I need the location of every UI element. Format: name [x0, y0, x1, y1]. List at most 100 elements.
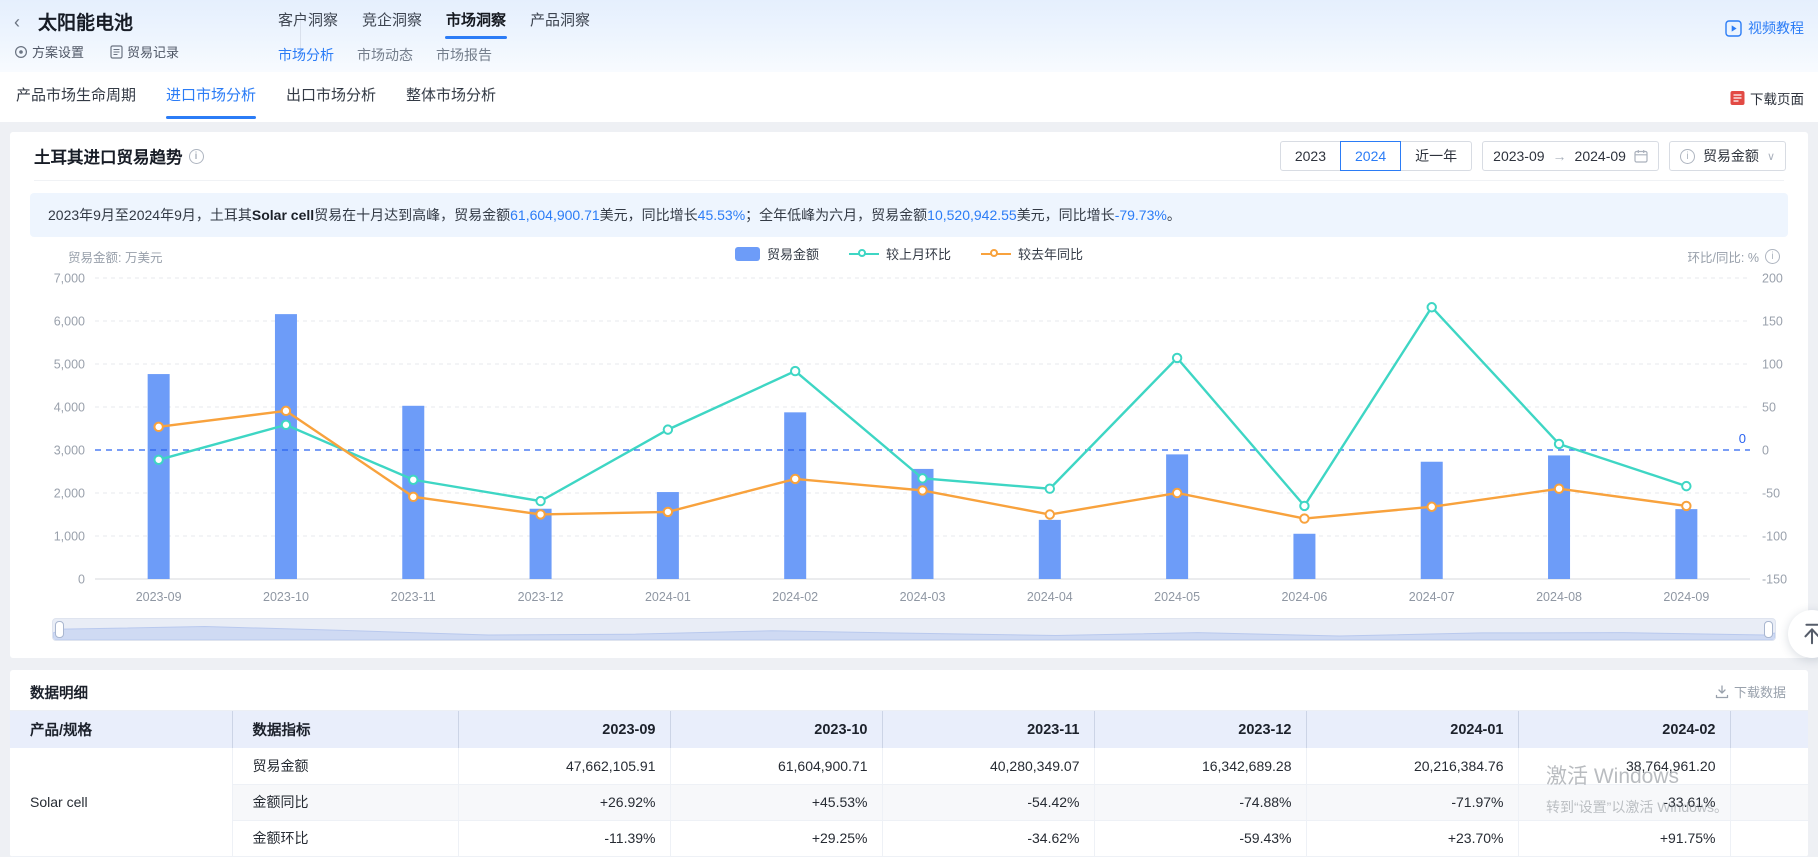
bar-2024-08[interactable] [1548, 455, 1570, 579]
trade-records-button[interactable]: 贸易记录 [110, 42, 179, 61]
legend-item-较上月环比[interactable]: 较上月环比 [849, 244, 951, 263]
trend-chart-card: 土耳其进口贸易趋势 i 20232024近一年 2023-09 → 2024-0… [10, 132, 1808, 658]
subtab-市场动态[interactable]: 市场动态 [357, 45, 413, 75]
info-icon[interactable]: i [1765, 249, 1780, 264]
date-arrow-icon: → [1553, 148, 1567, 164]
subtab-市场报告[interactable]: 市场报告 [436, 45, 492, 75]
bar-2024-02[interactable] [784, 412, 806, 579]
summary-highlight-value: -79.73% [1115, 207, 1167, 223]
tab-产品洞察[interactable]: 产品洞察 [530, 9, 590, 39]
point-较上月环比-2023-11[interactable] [409, 476, 417, 484]
legend-line-swatch [981, 247, 1011, 261]
point-较去年同比-2024-06[interactable] [1300, 514, 1308, 522]
info-icon[interactable]: i [189, 149, 204, 164]
bar-2024-05[interactable] [1166, 454, 1188, 579]
metric-select[interactable]: i 贸易金额 ∨ [1669, 141, 1786, 171]
point-较上月环比-2023-10[interactable] [282, 421, 290, 429]
point-较上月环比-2024-05[interactable] [1173, 354, 1181, 362]
point-较去年同比-2023-10[interactable] [282, 407, 290, 415]
point-较去年同比-2024-04[interactable] [1046, 510, 1054, 518]
datazoom-preview-wave [53, 619, 1775, 640]
col-header-product: 产品/规格 [10, 711, 232, 748]
point-较去年同比-2023-12[interactable] [536, 510, 544, 518]
table-row-金额环比: 金额环比-11.39%+29.25%-34.62%-59.43%+23.70%+… [10, 820, 1808, 856]
datazoom-wave-path [53, 627, 1775, 640]
year-button-2023[interactable]: 2023 [1280, 141, 1341, 171]
point-较去年同比-2024-03[interactable] [918, 486, 926, 494]
point-较上月环比-2024-01[interactable] [664, 425, 672, 433]
point-较去年同比-2024-02[interactable] [791, 475, 799, 483]
year-button-2024[interactable]: 2024 [1340, 141, 1401, 171]
bar-2024-09[interactable] [1675, 509, 1697, 579]
nav-进口市场分析[interactable]: 进口市场分析 [166, 72, 256, 122]
point-较去年同比-2024-05[interactable] [1173, 489, 1181, 497]
point-较上月环比-2024-03[interactable] [918, 474, 926, 482]
x-axis-label: 2023-09 [136, 590, 182, 604]
target-icon [14, 45, 28, 59]
point-较上月环比-2023-09[interactable] [154, 456, 162, 464]
bar-2024-07[interactable] [1421, 462, 1443, 579]
point-较上月环比-2023-12[interactable] [536, 497, 544, 505]
x-axis-label: 2023-11 [391, 590, 436, 604]
cell-金额同比-2023-11: -54.42% [882, 784, 1094, 820]
cell-金额同比-2024-02: -33.61% [1518, 784, 1730, 820]
scheme-settings-button[interactable]: 方案设置 [14, 42, 84, 61]
bar-2023-09[interactable] [148, 374, 170, 579]
left-axis-caption: 贸易金额: 万美元 [68, 247, 162, 266]
point-较上月环比-2024-04[interactable] [1046, 485, 1054, 493]
point-较去年同比-2024-09[interactable] [1682, 502, 1690, 510]
bar-2024-01[interactable] [657, 492, 679, 579]
subtab-市场分析[interactable]: 市场分析 [278, 45, 334, 75]
point-较上月环比-2024-07[interactable] [1428, 303, 1436, 311]
bar-2024-06[interactable] [1293, 534, 1315, 579]
tab-客户洞察[interactable]: 客户洞察 [278, 9, 338, 39]
trend-bar-line-chart[interactable]: 7,0002006,0001505,0001004,000503,00002,0… [10, 265, 1808, 610]
point-较去年同比-2024-01[interactable] [664, 508, 672, 516]
cell-金额环比-2024-02: +91.75% [1518, 820, 1730, 856]
chart-title: 土耳其进口贸易趋势 i [34, 144, 204, 168]
point-较上月环比-2024-02[interactable] [791, 367, 799, 375]
legend-item-贸易金额[interactable]: 贸易金额 [735, 244, 819, 263]
datazoom-left-handle[interactable] [55, 621, 64, 638]
summary-text: 。 [1167, 207, 1181, 223]
info-icon: i [1680, 149, 1695, 164]
tab-竞企洞察[interactable]: 竞企洞察 [362, 9, 422, 39]
cell-金额环比-2023-12: -59.43% [1094, 820, 1306, 856]
cell-金额环比-2023-09: -11.39% [458, 820, 670, 856]
col-header-2023-10: 2023-10 [670, 711, 882, 748]
date-range-picker[interactable]: 2023-09 → 2024-09 [1482, 141, 1659, 171]
nav-产品市场生命周期[interactable]: 产品市场生命周期 [16, 72, 136, 122]
point-较去年同比-2024-07[interactable] [1428, 503, 1436, 511]
datazoom-right-handle[interactable] [1764, 621, 1773, 638]
point-较上月环比-2024-09[interactable] [1682, 482, 1690, 490]
year-button-近一年[interactable]: 近一年 [1400, 141, 1472, 171]
cell-贸易金额-2024-01: 20,216,384.76 [1306, 748, 1518, 784]
point-较去年同比-2023-11[interactable] [409, 493, 417, 501]
download-page-button[interactable]: 下载页面 [1730, 88, 1804, 108]
legend-label: 较上月环比 [886, 244, 951, 263]
datazoom-slider[interactable] [52, 618, 1776, 641]
left-axis-tick: 1,000 [54, 530, 85, 544]
legend-item-较去年同比[interactable]: 较去年同比 [981, 244, 1083, 263]
right-axis-tick: -50 [1762, 487, 1780, 501]
video-tutorial-button[interactable]: 视频教程 [1725, 18, 1804, 38]
back-icon[interactable]: ‹ [14, 12, 20, 33]
nav-整体市场分析[interactable]: 整体市场分析 [406, 72, 496, 122]
left-axis-tick: 4,000 [54, 401, 85, 415]
left-axis-tick: 7,000 [54, 272, 85, 286]
point-较去年同比-2024-08[interactable] [1555, 485, 1563, 493]
col-header-2023-09: 2023-09 [458, 711, 670, 748]
point-较上月环比-2024-06[interactable] [1300, 502, 1308, 510]
point-较去年同比-2023-09[interactable] [154, 423, 162, 431]
download-icon [1715, 685, 1729, 699]
col-header-2023-11: 2023-11 [882, 711, 1094, 748]
nav-出口市场分析[interactable]: 出口市场分析 [286, 72, 376, 122]
bar-2023-10[interactable] [275, 314, 297, 579]
point-较上月环比-2024-08[interactable] [1555, 440, 1563, 448]
x-axis-label: 2024-01 [645, 590, 691, 604]
download-data-button[interactable]: 下载数据 [1715, 682, 1786, 701]
tab-市场洞察[interactable]: 市场洞察 [446, 9, 506, 39]
bar-2024-04[interactable] [1039, 520, 1061, 579]
table-row-金额同比: 金额同比+26.92%+45.53%-54.42%-74.88%-71.97%-… [10, 784, 1808, 820]
scheme-settings-label: 方案设置 [32, 42, 84, 61]
